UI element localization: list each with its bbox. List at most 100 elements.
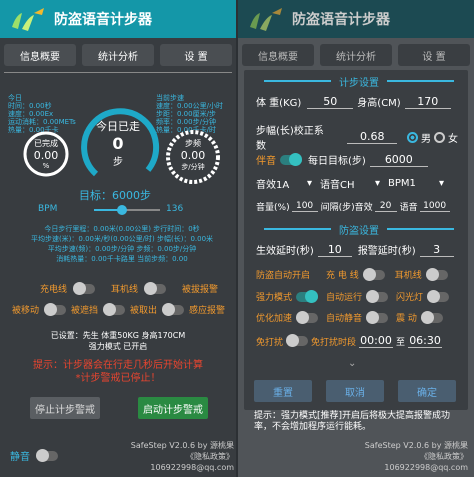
flash-label: 闪光灯: [396, 293, 424, 303]
charge-label: 充 电 线: [326, 271, 359, 281]
stride-input[interactable]: 0.68: [347, 130, 398, 144]
freq-unit: 步/分钟: [181, 163, 205, 171]
flash-switch[interactable]: [427, 289, 450, 303]
switch-taken-label: 被取出: [130, 306, 158, 316]
chevron-down-icon: ▾: [306, 178, 312, 189]
switch-charge[interactable]: [73, 281, 96, 295]
dnd-to-label: 至: [396, 337, 406, 348]
switch-unplug-label: 被拔报警: [182, 285, 219, 295]
switch-moved[interactable]: [44, 302, 67, 316]
freq-label: 步频: [185, 139, 201, 148]
switch-earphone[interactable]: [144, 281, 167, 295]
auto-enable-label: 防盗自动开启: [256, 271, 311, 281]
walk-stats: 今日步行里程：0.00米(0.00公里) 步行时间：0秒 平均步速(米)：0.0…: [30, 225, 214, 263]
settings-dialog: 计步设置 体 重(KG) 50 身高(CM) 170 步幅(长)校正系数 0.6…: [244, 70, 468, 410]
target-text: 目标：6000步: [79, 189, 151, 202]
privacy-link-dim[interactable]: 《隐私政策》: [420, 452, 468, 461]
power-mode-status: 强力模式 已开启: [88, 342, 148, 351]
cancel-button[interactable]: 取消: [326, 380, 384, 402]
freq-value: 0.00: [180, 149, 206, 162]
power-mode-label: 强力模式: [256, 293, 293, 303]
mute-switch[interactable]: [36, 448, 58, 462]
volume-label: 音量(%): [256, 203, 290, 213]
footprint-logo-icon: [8, 5, 48, 33]
automute-switch[interactable]: [366, 310, 389, 324]
charge-switch[interactable]: [362, 267, 385, 281]
autorun-switch[interactable]: [366, 289, 389, 303]
settings-summary: 已设置：先生 体重50KG 身高170CM: [50, 331, 186, 340]
switch-covered-label: 被遮挡: [71, 306, 99, 316]
dnd-time-label: 免打扰时段: [311, 337, 357, 348]
start-alert-button[interactable]: 启动计步警戒: [138, 397, 208, 419]
dnd-end-input[interactable]: 06:30: [408, 334, 443, 348]
alarm-delay-label: 报警延时(秒): [357, 246, 416, 257]
dnd-label: 免打扰: [256, 337, 284, 348]
app-title-dim: 防盗语音计步器: [292, 12, 390, 28]
stop-alert-button[interactable]: 停止计步警戒: [30, 397, 100, 419]
goal-input[interactable]: 6000: [369, 153, 428, 167]
height-input[interactable]: 170: [404, 95, 451, 109]
switch-charge-label: 充电线: [40, 285, 68, 295]
title-bar-dim: 防盗语音计步器: [238, 0, 474, 38]
switch-sensor-label: 感应报警: [189, 306, 226, 316]
delay-input[interactable]: 10: [317, 243, 352, 257]
vibrate-switch[interactable]: [420, 310, 443, 324]
alert-status: *计步警戒已停止！: [75, 373, 161, 384]
bpm-select[interactable]: BPM1 ▾: [388, 178, 444, 189]
interval-input[interactable]: 20: [374, 201, 397, 212]
stride-label: 步幅(长)校正系数: [256, 126, 324, 152]
switch-moved-label: 被移动: [12, 306, 40, 316]
switch-taken[interactable]: [162, 302, 185, 316]
switch-covered[interactable]: [103, 302, 126, 316]
optimize-label: 优化加速: [256, 314, 293, 324]
voice-interval-input[interactable]: 1000: [419, 201, 450, 212]
bpm-slider-knob[interactable]: [116, 205, 127, 215]
alarm-delay-input[interactable]: 3: [419, 243, 454, 257]
companion-switch[interactable]: [280, 152, 302, 166]
confirm-button[interactable]: 确定: [398, 380, 456, 402]
volume-input[interactable]: 100: [291, 201, 318, 212]
effect-select[interactable]: 音效1A ▾: [256, 176, 312, 191]
tab-settings-dim[interactable]: 设 置: [398, 44, 470, 66]
walked-label: 今日已走: [96, 120, 140, 133]
section-step-settings: 计步设置: [339, 77, 379, 89]
female-label: 女: [447, 133, 458, 145]
earphone-switch[interactable]: [425, 267, 448, 281]
hint-text: 提示：计步器会在行走几秒后开始计算: [33, 360, 203, 371]
tab-overview[interactable]: 信息概要: [4, 44, 76, 66]
tab-statistics[interactable]: 统计分析: [82, 44, 154, 66]
switch-earphone-label: 耳机线: [111, 285, 139, 295]
overview-panel: 防盗语音计步器 信息概要 统计分析 设 置 今日 时间：0.00秒 速度：0.0…: [0, 0, 236, 477]
dnd-switch[interactable]: [286, 334, 309, 347]
footprint-logo-icon: [246, 5, 286, 33]
goal-label: 每日目标(步): [308, 156, 366, 167]
voice-select[interactable]: 语音CH ▾: [320, 176, 380, 191]
bpm-slider[interactable]: [94, 205, 160, 215]
reset-button[interactable]: 重置: [254, 380, 312, 402]
settings-hint: 提示：强力模式[推荐]开启后将极大提高报警成功率，不会增加程序运行能耗。: [254, 411, 451, 432]
optimize-switch[interactable]: [296, 310, 319, 324]
automute-label: 自动静音: [326, 314, 363, 324]
voice-interval-label: 语音: [399, 203, 418, 213]
male-label: 男: [421, 133, 432, 145]
weight-input[interactable]: 50: [307, 95, 354, 109]
tab-overview-dim[interactable]: 信息概要: [242, 44, 314, 66]
power-mode-switch[interactable]: [296, 289, 319, 303]
tab-settings[interactable]: 设 置: [160, 44, 232, 66]
tab-statistics-dim[interactable]: 统计分析: [320, 44, 392, 66]
dnd-start-input[interactable]: 00:00: [359, 334, 394, 348]
walked-unit: 步: [113, 157, 123, 168]
done-label: 已完成: [34, 139, 58, 148]
app-title: 防盗语音计步器: [54, 12, 152, 28]
settings-panel: 防盗语音计步器 信息概要 统计分析 设 置 计步设置 体 重(KG) 50 身高…: [238, 0, 474, 477]
version-text-dim: SafeStep V2.0.6 by 源桃果: [364, 441, 468, 450]
bpm-value: 136: [166, 204, 184, 214]
privacy-link[interactable]: 《隐私政策》: [186, 452, 234, 461]
female-radio[interactable]: [434, 131, 445, 143]
male-radio[interactable]: [407, 131, 419, 143]
delay-label: 生效延时(秒): [256, 246, 314, 257]
done-value: 0.00: [33, 149, 59, 162]
vibrate-label: 震 动: [396, 314, 417, 324]
earphone-label: 耳机线: [394, 271, 422, 281]
expand-chevron-icon[interactable]: ⌄: [348, 358, 356, 369]
